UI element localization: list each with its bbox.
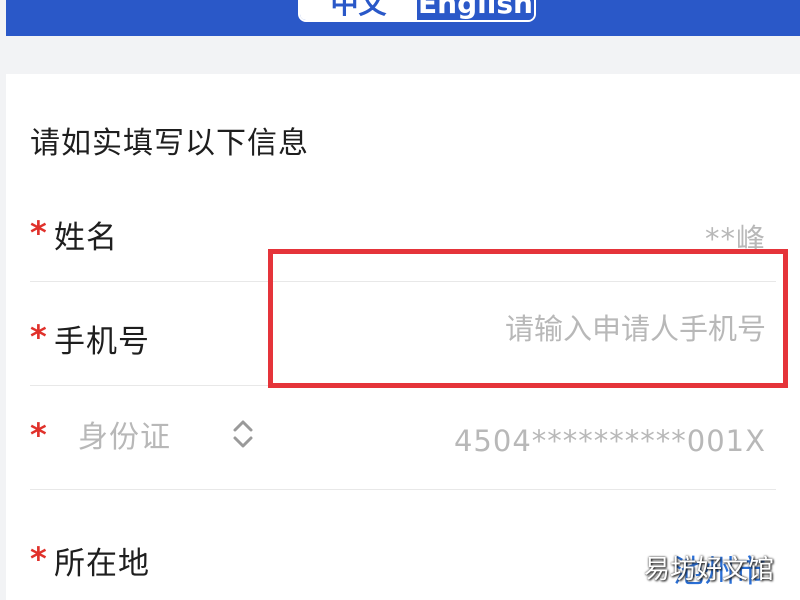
info-form-card: 请如实填写以下信息 * 姓名 **峰 * 手机号 * 身份证 bbox=[6, 74, 800, 600]
location-label: 所在地 bbox=[54, 546, 150, 582]
required-mark: * bbox=[30, 416, 47, 454]
name-label: 姓名 bbox=[54, 220, 118, 256]
id-number-value[interactable]: 4504**********001X bbox=[454, 424, 766, 458]
watermark: 易坊好文馆 bbox=[643, 555, 774, 585]
form-intro-text: 请如实填写以下信息 bbox=[30, 126, 309, 161]
top-header: 中文 English bbox=[0, 0, 800, 36]
lang-option-english[interactable]: English bbox=[417, 0, 534, 20]
phone-input[interactable] bbox=[346, 312, 766, 346]
form-row-phone[interactable]: * 手机号 bbox=[30, 282, 776, 386]
required-mark: * bbox=[30, 318, 47, 356]
lang-option-chinese[interactable]: 中文 bbox=[300, 0, 417, 20]
form-row-id[interactable]: * 身份证 4504**********001X bbox=[30, 386, 776, 490]
form-row-name[interactable]: * 姓名 **峰 bbox=[30, 178, 776, 282]
chevron-up-down-icon bbox=[231, 414, 255, 454]
phone-label: 手机号 bbox=[54, 324, 150, 360]
phone-value-wrap bbox=[346, 312, 766, 346]
id-type-select[interactable]: 身份证 bbox=[78, 404, 255, 464]
name-value: **峰 bbox=[704, 222, 766, 256]
language-toggle[interactable]: 中文 English bbox=[298, 0, 536, 22]
id-type-selected: 身份证 bbox=[78, 420, 171, 455]
required-mark: * bbox=[30, 540, 47, 578]
required-mark: * bbox=[30, 214, 47, 252]
screen: 中文 English 请如实填写以下信息 * 姓名 **峰 * 手机号 * 身份… bbox=[0, 0, 800, 600]
